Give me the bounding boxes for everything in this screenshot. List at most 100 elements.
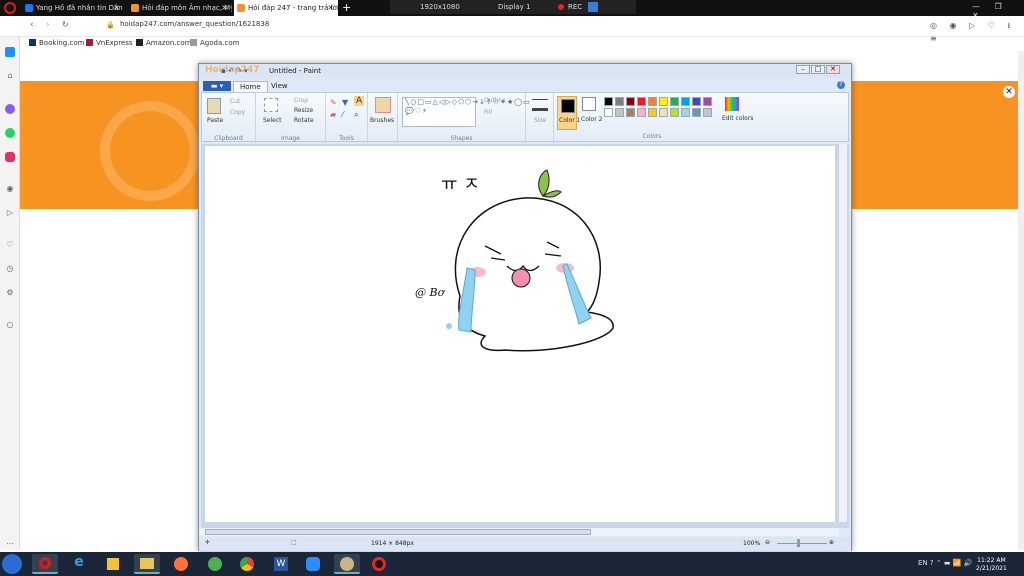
zoom-slider-thumb[interactable] xyxy=(797,539,800,547)
scroll-thumb[interactable] xyxy=(205,529,591,535)
file-explorer-icon[interactable] xyxy=(134,554,160,574)
green-app-icon[interactable] xyxy=(202,554,228,574)
messenger-icon[interactable] xyxy=(5,104,15,114)
vertical-scrollbar[interactable] xyxy=(839,144,847,522)
zoom-out-icon[interactable]: ⊖ xyxy=(765,539,770,546)
stop-icon[interactable] xyxy=(588,2,598,12)
close-tab-icon[interactable]: × xyxy=(113,0,120,16)
send-icon[interactable]: ▷ xyxy=(5,208,15,218)
palette-swatch[interactable] xyxy=(703,97,712,106)
horizontal-scrollbar[interactable] xyxy=(199,528,839,536)
palette-swatch[interactable] xyxy=(626,97,635,106)
tab-facebook[interactable]: Yang Hồ đã nhắn tin Dân × xyxy=(22,0,124,16)
paint-taskbar-icon[interactable] xyxy=(334,554,360,574)
palette-swatch[interactable] xyxy=(626,108,635,117)
color-picker-icon[interactable]: ⁄ xyxy=(342,110,343,119)
fill-icon[interactable]: ▼ xyxy=(342,98,348,107)
back-icon[interactable]: ‹ xyxy=(30,20,34,30)
home-icon[interactable]: ⌂ xyxy=(5,71,15,81)
magnifier-icon[interactable]: ⌕ xyxy=(354,110,358,120)
rotate-button[interactable]: Rotate xyxy=(294,117,314,124)
paste-button[interactable]: Paste xyxy=(207,117,223,124)
brush-icon[interactable] xyxy=(375,97,391,113)
settings-icon[interactable]: ⚙ xyxy=(5,288,15,298)
zoom-in-icon[interactable]: ⊕ xyxy=(829,539,834,546)
instagram-icon[interactable] xyxy=(5,152,15,162)
system-tray[interactable]: EN ? ⌃ ▬ 📶 🔊 xyxy=(918,559,972,567)
tab-view[interactable]: View xyxy=(265,81,294,92)
speed-dial-icon[interactable] xyxy=(5,47,15,57)
tab-home[interactable]: Home xyxy=(233,81,268,92)
shapes-gallery[interactable]: ╲○□▭△◁▷◇⬠⬡→↓↑☆✦★◯▭💬♡⚡ xyxy=(402,97,530,127)
size-icon[interactable] xyxy=(532,99,548,111)
copy-button[interactable]: Copy xyxy=(230,109,245,116)
palette-swatch[interactable] xyxy=(692,108,701,117)
firefox-icon[interactable] xyxy=(168,554,194,574)
forward-icon[interactable]: › xyxy=(46,20,50,30)
edit-colors-icon[interactable] xyxy=(725,97,739,111)
close-tab-icon[interactable]: × xyxy=(221,0,228,16)
cut-button[interactable]: Cut xyxy=(230,98,240,105)
palette-swatch[interactable] xyxy=(681,97,690,106)
ie-taskbar-icon[interactable]: e xyxy=(66,554,92,574)
drawing-canvas[interactable]: ㅠ ㅈ @ Bơ xyxy=(205,146,835,522)
paste-icon[interactable] xyxy=(207,98,221,114)
zoom-app-icon[interactable] xyxy=(300,554,326,574)
palette-swatch[interactable] xyxy=(604,97,613,106)
history-icon[interactable]: ◷ xyxy=(5,264,15,274)
reload-icon[interactable]: ↻ xyxy=(62,20,69,29)
bookmark-vnexpress[interactable]: VnExpress xyxy=(86,39,133,47)
resize-button[interactable]: Resize xyxy=(294,107,313,114)
media-player-icon[interactable] xyxy=(100,554,126,574)
text-icon[interactable]: A xyxy=(354,96,365,106)
heart-icon[interactable]: ♡ xyxy=(5,240,15,250)
palette-swatch[interactable] xyxy=(637,108,646,117)
tab-hoidap247[interactable]: Hỏi đáp 247 - trang trả lời × xyxy=(234,0,338,16)
tab-hoidap-amnhac[interactable]: Hỏi đáp môn Âm nhạc, Mỹ × xyxy=(128,0,232,16)
select-button[interactable]: Select xyxy=(263,117,282,124)
palette-swatch[interactable] xyxy=(670,97,679,106)
maximize-button[interactable]: □ xyxy=(811,65,825,74)
palette-swatch[interactable] xyxy=(692,97,701,106)
bookmark-booking[interactable]: Booking.com xyxy=(29,39,84,47)
brushes-button[interactable]: Brushes xyxy=(370,117,394,124)
recorder-taskbar-icon[interactable] xyxy=(366,554,392,574)
eraser-icon[interactable]: ▰ xyxy=(330,110,336,119)
rec-button[interactable]: REC xyxy=(568,0,582,14)
quick-access-icons[interactable]: ▪ ↶ ↷ ▾ xyxy=(221,67,248,75)
color2-swatch[interactable] xyxy=(582,97,596,111)
bookmark-agoda[interactable]: Agoda.com xyxy=(190,39,239,47)
help-icon[interactable]: ? xyxy=(837,81,845,89)
crop-button[interactable]: Crop xyxy=(294,97,308,104)
palette-swatch[interactable] xyxy=(615,97,624,106)
color1-button[interactable]: Color 1 xyxy=(557,96,580,130)
new-tab-button[interactable]: + xyxy=(342,1,351,14)
palette-swatch[interactable] xyxy=(670,108,679,117)
paint-title-bar[interactable]: Hoidap247 ▪ ↶ ↷ ▾ Untitled - Paint – □ ✕ xyxy=(199,64,851,78)
palette-swatch[interactable] xyxy=(648,108,657,117)
language-indicator[interactable]: EN xyxy=(918,559,928,567)
size-button[interactable]: Size xyxy=(534,117,546,124)
file-menu-button[interactable]: ▬ ▾ xyxy=(203,81,231,91)
url-field[interactable]: hoidap247.com/answer_question/1621838 xyxy=(120,20,269,28)
minimize-button[interactable]: – xyxy=(796,65,810,74)
bookmark-amazon[interactable]: Amazon.com xyxy=(136,39,191,47)
palette-swatch[interactable] xyxy=(659,97,668,106)
select-icon[interactable] xyxy=(264,98,278,112)
close-banner-button[interactable]: ✕ xyxy=(1003,86,1015,98)
start-button[interactable] xyxy=(2,554,22,574)
opera-taskbar-icon[interactable] xyxy=(32,554,58,574)
chrome-icon[interactable] xyxy=(234,554,260,574)
player-icon[interactable]: ◉ xyxy=(5,184,15,194)
more-icon[interactable]: … xyxy=(5,537,15,547)
pencil-icon[interactable]: ✎ xyxy=(330,98,337,107)
fill-button[interactable]: Fill xyxy=(484,109,492,116)
page-scrollbar[interactable] xyxy=(1018,51,1024,550)
palette-swatch[interactable] xyxy=(604,108,613,117)
bulb-icon[interactable]: ○ xyxy=(5,320,15,330)
outline-button[interactable]: Outline xyxy=(484,97,506,104)
whatsapp-icon[interactable] xyxy=(5,128,15,138)
close-tab-icon[interactable]: × xyxy=(327,0,334,16)
palette-swatch[interactable] xyxy=(703,108,712,117)
palette-swatch[interactable] xyxy=(681,108,690,117)
